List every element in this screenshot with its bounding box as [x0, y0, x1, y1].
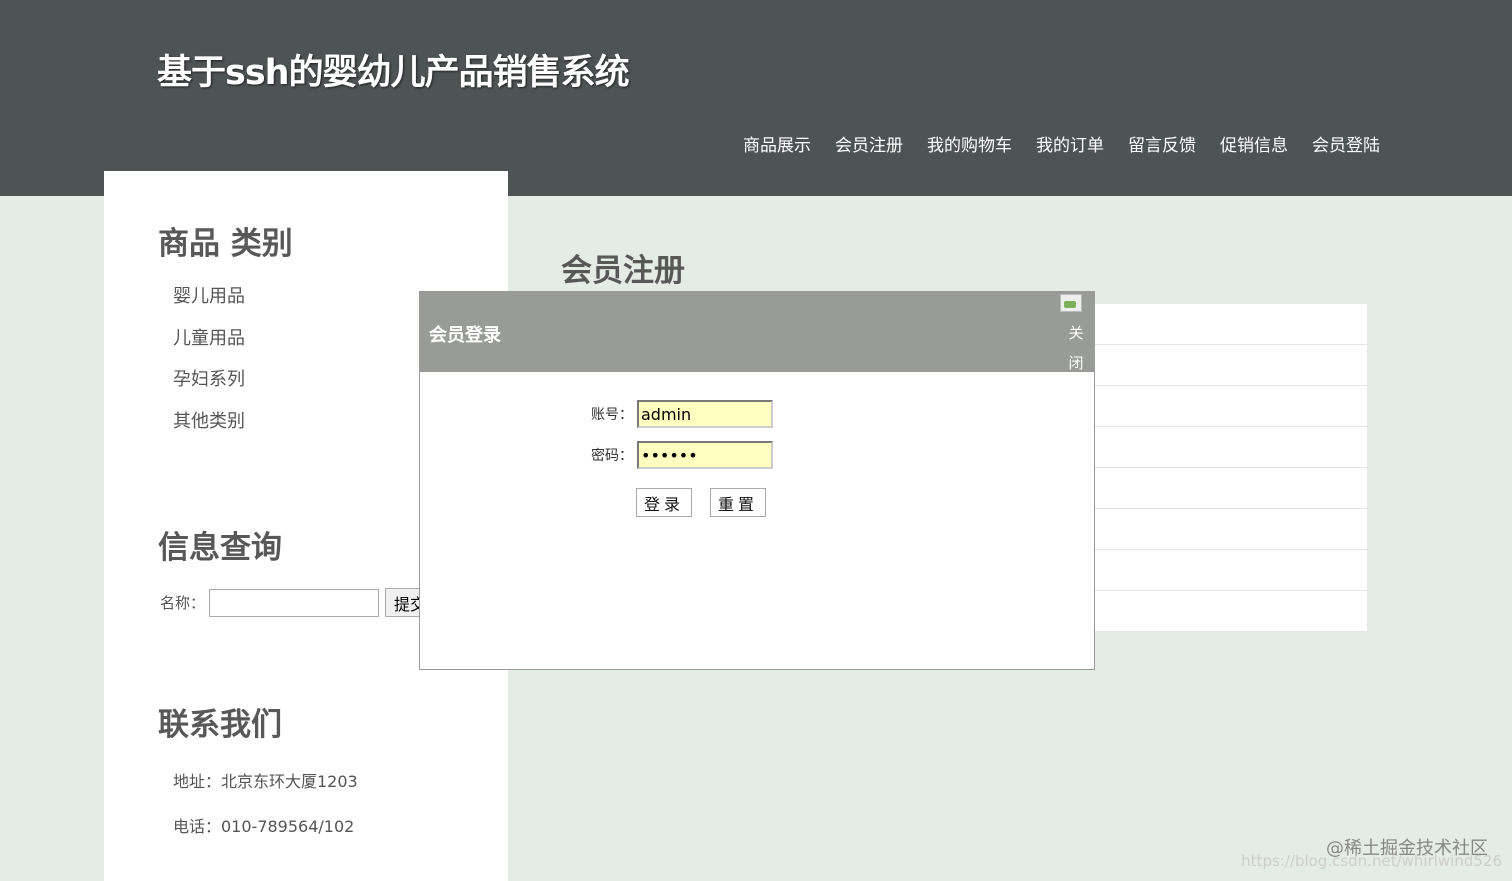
login-button[interactable]: 登录: [636, 488, 692, 517]
login-modal: 会员登录 关闭 账号： 密码： 登录 重置: [419, 291, 1095, 670]
close-image-icon[interactable]: [1060, 294, 1082, 312]
form-row: [1094, 550, 1367, 591]
form-row: [1094, 345, 1367, 386]
reset-button[interactable]: 重置: [710, 488, 766, 517]
nav-orders[interactable]: 我的订单: [1036, 131, 1104, 156]
password-input[interactable]: [637, 441, 773, 469]
form-row: [1094, 427, 1367, 468]
watermark-url: https://blog.csdn.net/whirlwind526: [1241, 852, 1502, 870]
category-heading: 商品 类别: [158, 226, 293, 262]
register-form-backdrop: [1094, 304, 1367, 632]
form-row: [1094, 468, 1367, 509]
modal-title: 会员登录: [429, 325, 501, 346]
main-nav: 商品展示 会员注册 我的购物车 我的订单 留言反馈 促销信息 会员登陆: [743, 131, 1404, 156]
search-input[interactable]: [209, 588, 380, 617]
category-item[interactable]: 其他类别: [173, 408, 245, 450]
search-heading: 信息查询: [158, 530, 282, 566]
close-button[interactable]: 关闭: [1068, 318, 1084, 378]
account-input[interactable]: [637, 400, 773, 428]
contact-address: 地址：北京东环大厦1203: [173, 772, 358, 791]
category-list: 婴儿用品 儿童用品 孕妇系列 其他类别: [173, 283, 245, 449]
form-row: [1094, 386, 1367, 427]
form-row: [1094, 591, 1367, 632]
account-field-row: 账号：: [591, 400, 773, 428]
contact-heading: 联系我们: [158, 707, 282, 743]
form-row: [1094, 304, 1367, 345]
category-item[interactable]: 儿童用品: [173, 325, 245, 367]
search-label: 名称：: [160, 594, 206, 612]
nav-products[interactable]: 商品展示: [743, 131, 811, 156]
nav-feedback[interactable]: 留言反馈: [1128, 131, 1196, 156]
password-field-row: 密码：: [591, 441, 773, 469]
password-label: 密码：: [591, 448, 633, 464]
nav-register[interactable]: 会员注册: [835, 131, 903, 156]
search-row: 名称： 提交: [160, 588, 446, 617]
nav-login[interactable]: 会员登陆: [1312, 131, 1380, 156]
form-row: [1094, 509, 1367, 550]
site-header: 基于ssh的婴幼儿产品销售系统 商品展示 会员注册 我的购物车 我的订单 留言反…: [0, 0, 1512, 196]
modal-header: 会员登录 关闭: [420, 292, 1094, 372]
site-title: 基于ssh的婴幼儿产品销售系统: [157, 53, 630, 93]
nav-cart[interactable]: 我的购物车: [927, 131, 1012, 156]
page-title: 会员注册: [561, 253, 685, 289]
contact-phone: 电话：010-789564/102: [173, 817, 355, 836]
nav-promotions[interactable]: 促销信息: [1220, 131, 1288, 156]
category-item[interactable]: 婴儿用品: [173, 283, 245, 325]
account-label: 账号：: [591, 407, 633, 423]
category-item[interactable]: 孕妇系列: [173, 366, 245, 408]
